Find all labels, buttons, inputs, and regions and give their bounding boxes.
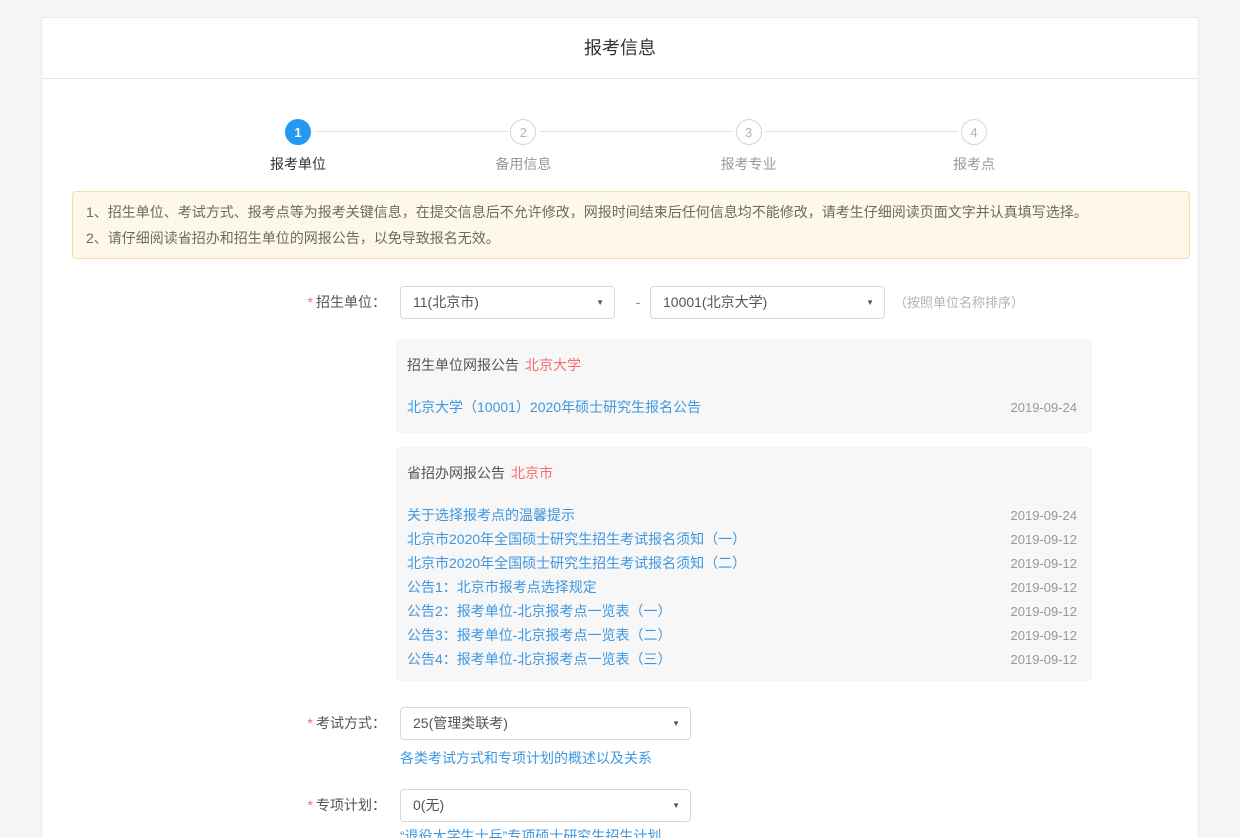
page-background: 报考信息 1 报考单位 2 备用信息 3 报考专业: [0, 0, 1240, 838]
unit-field-label: *招生单位：: [176, 286, 386, 319]
announcement-date: 2019-09-24: [1011, 508, 1078, 523]
notice-line: 1、招生单位、考试方式、报考点等为报考关键信息，在提交信息后不允许修改，网报时间…: [86, 199, 1176, 225]
unit-select[interactable]: 10001(北京大学) ▼: [650, 286, 885, 319]
step-number-badge: 2: [510, 119, 536, 145]
unit-panel-title: 招生单位网报公告北京大学: [407, 355, 1077, 375]
announcement-date: 2019-09-12: [1011, 652, 1078, 667]
announcement-date: 2019-09-12: [1011, 532, 1078, 547]
unit-panel-highlight: 北京大学: [525, 357, 581, 373]
announcement-row: 关于选择报考点的温馨提示 2019-09-24: [407, 503, 1077, 527]
province-panel-highlight: 北京市: [511, 465, 553, 481]
progress-stepper: 1 报考单位 2 备用信息 3 报考专业 4 报考点: [253, 119, 1019, 174]
unit-panel-title-text: 招生单位网报公告: [407, 357, 519, 373]
unit-announcement-list: 北京大学（10001）2020年硕士研究生报名公告 2019-09-24: [407, 395, 1077, 419]
special-plan-select[interactable]: 0(无) ▼: [400, 789, 691, 822]
announcement-date: 2019-09-24: [1011, 400, 1078, 415]
step-label: 报考单位: [270, 154, 326, 174]
unit-select-value: 10001(北京大学): [663, 294, 767, 310]
province-panel-title-text: 省招办网报公告: [407, 465, 505, 481]
announcement-link[interactable]: 北京大学（10001）2020年硕士研究生报名公告: [407, 397, 701, 417]
unit-announcement-panel: 招生单位网报公告北京大学 北京大学（10001）2020年硕士研究生报名公告 2…: [396, 339, 1092, 433]
dropdown-arrow-icon: ▼: [596, 287, 604, 318]
announcement-date: 2019-09-12: [1011, 604, 1078, 619]
stepper-step: 3 报考专业: [704, 119, 794, 174]
exam-mode-select-value: 25(管理类联考): [413, 715, 508, 731]
announcement-link[interactable]: 北京市2020年全国硕士研究生招生考试报名须知（二）: [407, 553, 746, 573]
announcement-row: 北京大学（10001）2020年硕士研究生报名公告 2019-09-24: [407, 395, 1077, 419]
card-header: 报考信息: [42, 18, 1198, 79]
exam-mode-label-text: 考试方式：: [316, 715, 386, 731]
dropdown-arrow-icon: ▼: [672, 790, 680, 821]
special-plan-label-text: 专项计划：: [316, 797, 386, 813]
announcement-row: 北京市2020年全国硕士研究生招生考试报名须知（二） 2019-09-12: [407, 551, 1077, 575]
step-label: 备用信息: [495, 154, 551, 174]
announcement-row: 公告1：北京市报考点选择规定 2019-09-12: [407, 575, 1077, 599]
special-plan-select-value: 0(无): [413, 797, 444, 813]
required-asterisk: *: [308, 715, 313, 731]
province-select-value: 11(北京市): [413, 294, 479, 310]
step-number-badge: 1: [285, 119, 311, 145]
select-separator: -: [626, 286, 650, 319]
province-announcement-panel: 省招办网报公告北京市 关于选择报考点的温馨提示 2019-09-24 北京市20…: [396, 447, 1092, 681]
unit-field-label-text: 招生单位：: [316, 294, 386, 310]
notice-line: 2、请仔细阅读省招办和招生单位的网报公告，以免导致报名无效。: [86, 225, 1176, 251]
dropdown-arrow-icon: ▼: [866, 287, 874, 318]
step-number-badge: 3: [736, 119, 762, 145]
unit-sort-note: （按照单位名称排序）: [894, 286, 1024, 319]
required-asterisk: *: [308, 797, 313, 813]
page-title: 报考信息: [42, 18, 1198, 78]
stepper-step: 2 备用信息: [478, 119, 568, 174]
announcement-row: 公告3：报考单位-北京报考点一览表（二） 2019-09-12: [407, 623, 1077, 647]
announcement-date: 2019-09-12: [1011, 580, 1078, 595]
announcement-date: 2019-09-12: [1011, 628, 1078, 643]
announcement-link[interactable]: 公告1：北京市报考点选择规定: [407, 577, 597, 597]
special-plan-field-label: *专项计划：: [176, 789, 386, 822]
province-select[interactable]: 11(北京市) ▼: [400, 286, 615, 319]
announcement-row: 公告4：报考单位-北京报考点一览表（三） 2019-09-12: [407, 647, 1077, 671]
exam-mode-select[interactable]: 25(管理类联考) ▼: [400, 707, 691, 740]
province-announcement-list: 关于选择报考点的温馨提示 2019-09-24 北京市2020年全国硕士研究生招…: [407, 503, 1077, 671]
stepper-step: 4 报考点: [929, 119, 1019, 174]
announcement-row: 北京市2020年全国硕士研究生招生考试报名须知（一） 2019-09-12: [407, 527, 1077, 551]
application-info-card: 报考信息 1 报考单位 2 备用信息 3 报考专业: [41, 17, 1199, 838]
step-number-badge: 4: [961, 119, 987, 145]
announcement-link[interactable]: 北京市2020年全国硕士研究生招生考试报名须知（一）: [407, 529, 746, 549]
stepper-step: 1 报考单位: [253, 119, 343, 174]
province-panel-title: 省招办网报公告北京市: [407, 463, 1077, 483]
required-asterisk: *: [308, 294, 313, 310]
announcement-row: 公告2：报考单位-北京报考点一览表（一） 2019-09-12: [407, 599, 1077, 623]
announcement-link[interactable]: 公告2：报考单位-北京报考点一览表（一）: [407, 601, 671, 621]
step-label: 报考点: [953, 154, 995, 174]
exam-mode-field-label: *考试方式：: [176, 707, 386, 740]
key-info-notice-box: 1、招生单位、考试方式、报考点等为报考关键信息，在提交信息后不允许修改，网报时间…: [72, 191, 1190, 259]
step-label: 报考专业: [721, 154, 777, 174]
announcement-link[interactable]: 公告3：报考单位-北京报考点一览表（二）: [407, 625, 671, 645]
announcement-link[interactable]: 公告4：报考单位-北京报考点一览表（三）: [407, 649, 671, 669]
announcement-date: 2019-09-12: [1011, 556, 1078, 571]
dropdown-arrow-icon: ▼: [672, 708, 680, 739]
announcement-link[interactable]: 关于选择报考点的温馨提示: [407, 505, 575, 525]
special-plan-help-link[interactable]: “退役大学生士兵”专项硕士研究生招生计划: [400, 826, 661, 838]
exam-mode-help-link[interactable]: 各类考试方式和专项计划的概述以及关系: [400, 748, 652, 768]
